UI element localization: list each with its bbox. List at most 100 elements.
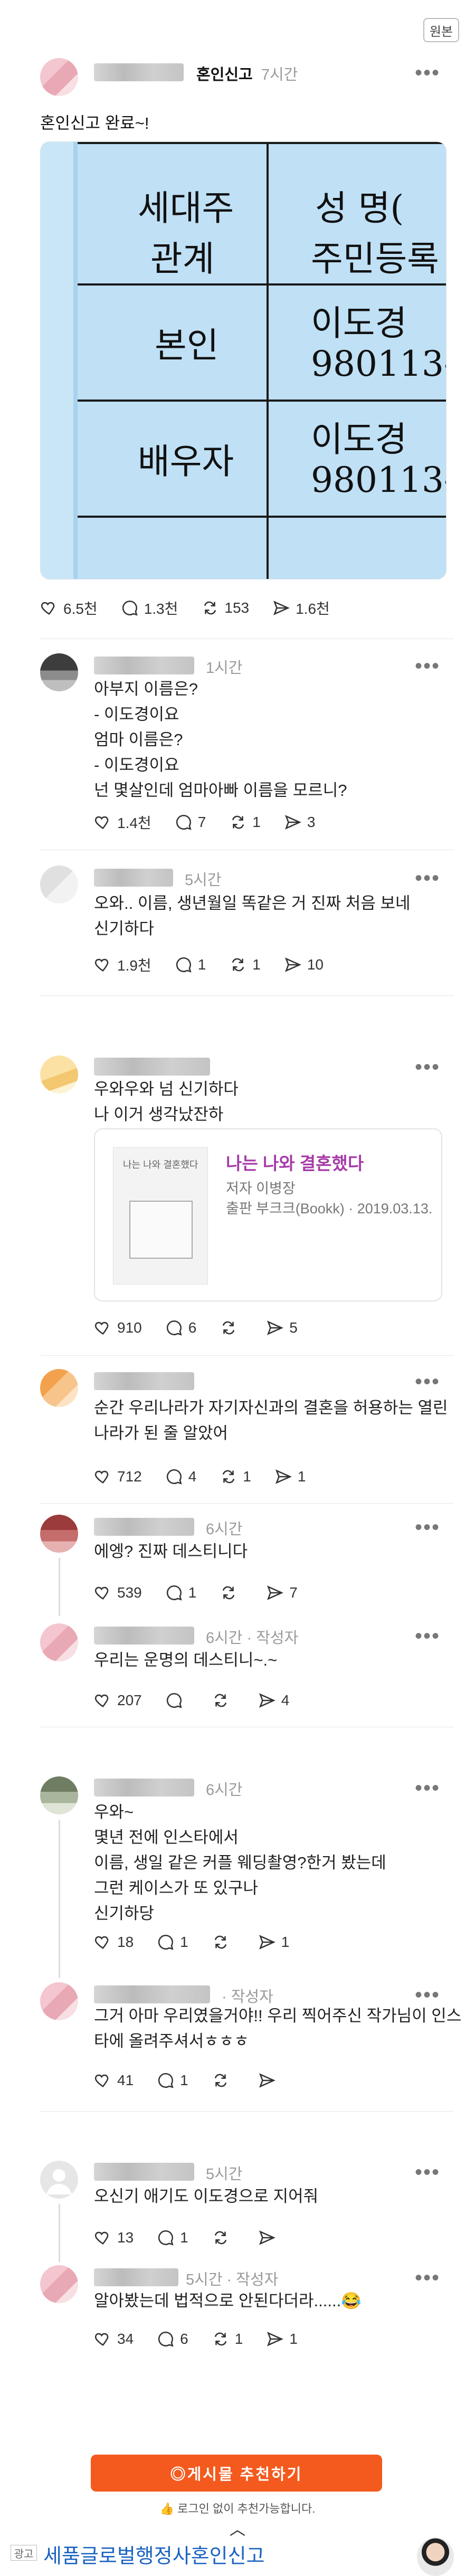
- repost-button[interactable]: [220, 1319, 243, 1337]
- comment-button[interactable]: 6: [157, 2330, 188, 2348]
- avatar[interactable]: [40, 2161, 78, 2199]
- like-button[interactable]: 539: [94, 1584, 142, 1602]
- more-options-icon[interactable]: •••: [415, 2162, 440, 2183]
- chevron-up-icon[interactable]: ︿: [227, 2516, 248, 2539]
- share-button[interactable]: [258, 2071, 281, 2089]
- doc-row1-label: 본인: [155, 325, 219, 366]
- like-button[interactable]: 207: [94, 1691, 142, 1709]
- repost-button[interactable]: 1: [212, 2330, 243, 2348]
- document-image[interactable]: 세대주 관계 성 명( 주민등록 본인 이도경 980113- 배우자 이도경 …: [40, 141, 446, 579]
- send-icon: [275, 1469, 292, 1484]
- doc-line: [73, 516, 446, 518]
- share-button[interactable]: 1.6천: [272, 597, 330, 619]
- author-name-blurred: [94, 1779, 194, 1796]
- repost-button[interactable]: 1: [220, 1468, 251, 1486]
- avatar[interactable]: [40, 1982, 78, 2020]
- comment-text: 우와~ 몇년 전에 인스타에서 이름, 생일 같은 커플 웨딩촬영?한거 봤는데…: [94, 1803, 386, 1923]
- more-options-icon[interactable]: •••: [415, 1371, 440, 1392]
- more-options-icon[interactable]: •••: [415, 868, 440, 889]
- repost-button[interactable]: 1: [229, 956, 261, 974]
- comment-button[interactable]: 1: [165, 1584, 196, 1602]
- more-options-icon[interactable]: •••: [415, 1984, 440, 2005]
- like-button[interactable]: 1.4천: [94, 812, 151, 833]
- avatar[interactable]: [40, 1623, 78, 1661]
- avatar[interactable]: [40, 1369, 78, 1407]
- like-button[interactable]: 1.9천: [94, 954, 151, 975]
- more-options-icon[interactable]: •••: [415, 2267, 440, 2288]
- repost-count: 1: [252, 956, 261, 973]
- book-card[interactable]: 나는 나와 결혼했다 나는 나와 결혼했다 저자 이병장 출판 부크크(Book…: [94, 1128, 442, 1301]
- share-button[interactable]: [258, 2229, 281, 2247]
- share-button[interactable]: 1: [258, 1933, 289, 1951]
- repost-icon: [232, 815, 244, 829]
- doc-row2-id: 980113-: [311, 460, 446, 500]
- more-options-icon[interactable]: •••: [415, 62, 440, 83]
- like-button[interactable]: 910: [94, 1319, 142, 1337]
- avatar[interactable]: [40, 1056, 78, 1094]
- share-button[interactable]: 3: [284, 813, 315, 831]
- more-options-icon[interactable]: •••: [415, 1777, 440, 1799]
- share-button[interactable]: 7: [266, 1584, 298, 1602]
- like-button[interactable]: 18: [94, 1933, 134, 1951]
- like-button[interactable]: 34: [94, 2330, 134, 2348]
- comment-button[interactable]: 1: [157, 2071, 188, 2089]
- send-icon: [273, 601, 290, 615]
- author-name-blurred: [94, 1372, 194, 1390]
- share-button[interactable]: 1: [274, 1468, 306, 1486]
- share-button[interactable]: 1: [266, 2330, 298, 2348]
- like-button[interactable]: 13: [94, 2229, 134, 2247]
- book-publisher: 출판 부크크(Bookk) · 2019.03.13.: [226, 1201, 433, 1216]
- comment-button[interactable]: 1: [157, 2229, 188, 2247]
- repost-icon: [214, 1935, 226, 1949]
- repost-button[interactable]: [220, 1584, 243, 1602]
- comment-button[interactable]: 1.3천: [121, 597, 178, 619]
- repost-button[interactable]: 1: [229, 813, 261, 831]
- avatar[interactable]: [40, 866, 78, 904]
- comment-actions: 1.9천 1 1 10: [94, 954, 347, 975]
- ad-photo[interactable]: [417, 2537, 454, 2576]
- comment-button[interactable]: 4: [165, 1468, 196, 1486]
- comment-count: 1: [180, 2229, 188, 2246]
- more-options-icon[interactable]: •••: [415, 655, 440, 677]
- avatar[interactable]: [40, 1515, 78, 1553]
- more-options-icon[interactable]: •••: [415, 1517, 440, 1538]
- comment-button[interactable]: [165, 1691, 188, 1709]
- original-button[interactable]: 원본: [423, 18, 459, 42]
- repost-button[interactable]: [212, 1691, 235, 1709]
- comment-button[interactable]: 1: [157, 1933, 188, 1951]
- comment-button[interactable]: 7: [175, 813, 206, 831]
- share-button[interactable]: 4: [258, 1691, 289, 1709]
- comment-meta: 5시간 · 작성자: [186, 2271, 279, 2288]
- repost-button[interactable]: [212, 1933, 235, 1951]
- comment-icon: [166, 1585, 182, 1601]
- like-button[interactable]: 6.5천: [40, 597, 98, 619]
- doc-line: [73, 142, 446, 144]
- comment-button[interactable]: 6: [165, 1319, 196, 1337]
- comment-button[interactable]: 1: [175, 956, 206, 974]
- comment-meta: 6시간 · 작성자: [206, 1630, 299, 1647]
- share-button[interactable]: 10: [284, 956, 324, 974]
- recommend-button[interactable]: ◎게시물 추천하기: [91, 2455, 382, 2492]
- more-options-icon[interactable]: •••: [415, 1626, 440, 1647]
- repost-button[interactable]: [212, 2071, 235, 2089]
- send-icon: [267, 2332, 284, 2346]
- avatar[interactable]: [40, 653, 78, 691]
- comment-time: 1시간: [206, 660, 243, 677]
- like-button[interactable]: 41: [94, 2071, 134, 2089]
- repost-icon: [214, 2231, 226, 2245]
- repost-button[interactable]: 153: [201, 599, 249, 617]
- like-count: 539: [117, 1584, 142, 1601]
- comment-icon: [176, 814, 192, 830]
- board-name[interactable]: 혼인신고: [196, 66, 253, 83]
- more-options-icon[interactable]: •••: [415, 1057, 440, 1078]
- repost-icon: [204, 601, 216, 615]
- avatar[interactable]: [40, 2265, 78, 2303]
- recommend-note-text: 로그인 없이 추천가능합니다.: [177, 2502, 316, 2515]
- like-button[interactable]: 712: [94, 1468, 142, 1486]
- ad-link[interactable]: 세품글로벌행정사혼인신고: [43, 2540, 265, 2569]
- share-button[interactable]: 5: [266, 1319, 298, 1337]
- avatar[interactable]: [40, 1776, 78, 1814]
- repost-button[interactable]: [212, 2229, 235, 2247]
- avatar[interactable]: [40, 58, 78, 96]
- send-icon: [259, 1693, 276, 1708]
